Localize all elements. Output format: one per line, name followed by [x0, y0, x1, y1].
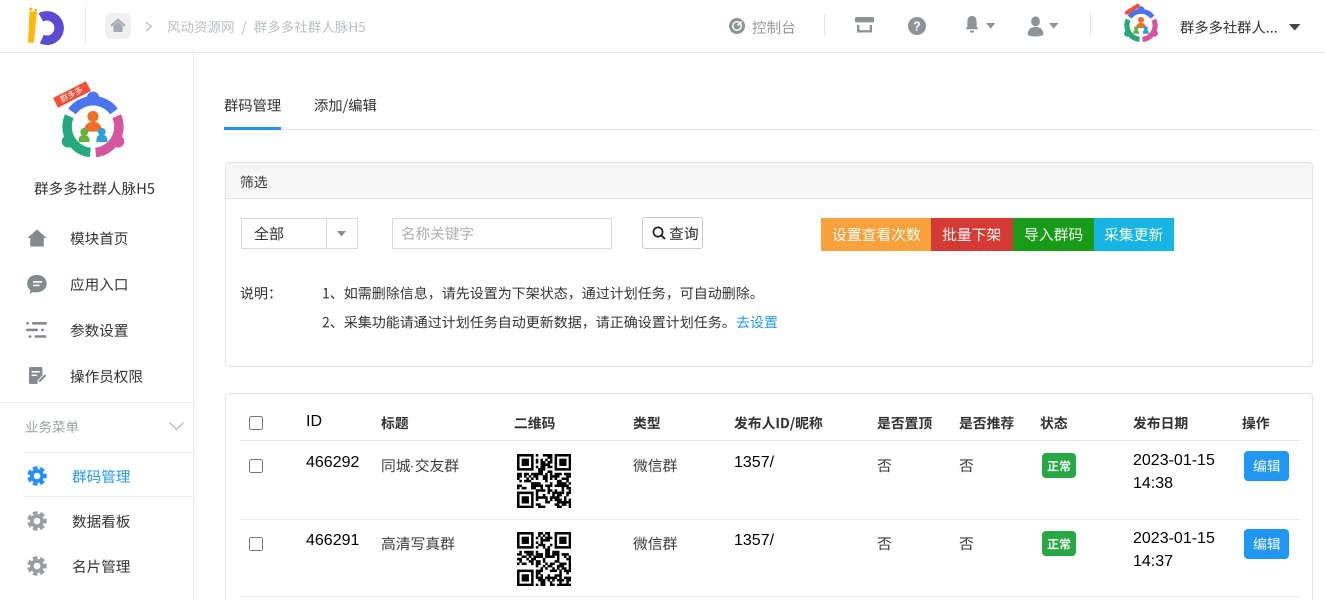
svg-text:?: ?	[913, 20, 921, 34]
